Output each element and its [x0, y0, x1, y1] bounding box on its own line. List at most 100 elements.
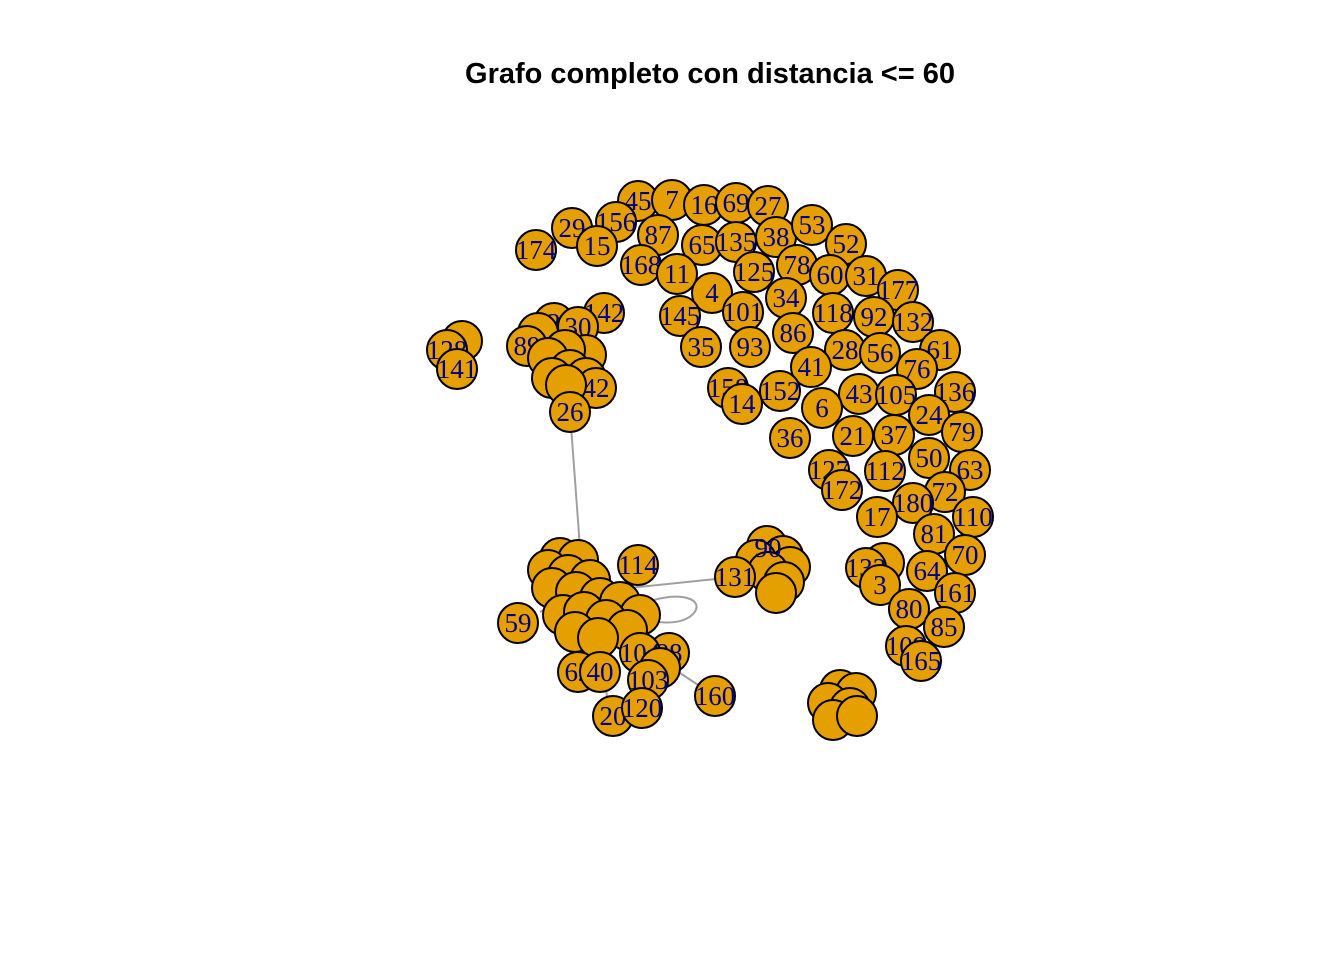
node-label: 125: [734, 257, 775, 287]
node-label: 165: [901, 646, 942, 676]
node-label: 24: [916, 400, 944, 430]
graph-node: 110: [952, 496, 994, 538]
node-label: 15: [584, 231, 611, 261]
graph-node: 120: [621, 687, 663, 729]
node-label: 31: [853, 261, 880, 291]
graph-node: 80: [888, 588, 930, 630]
graph-node: 85: [923, 606, 965, 648]
node-label: 85: [931, 612, 958, 642]
node-label: 53: [799, 210, 826, 240]
node-label: 118: [813, 298, 853, 328]
node-layer: 128 141 142 123 30 89 42 26 45 7 16 69 2…: [426, 179, 994, 741]
node-label: 14: [729, 389, 757, 419]
node-label: 7: [665, 185, 679, 215]
node-label: 145: [660, 301, 701, 331]
graph-node: 35: [680, 326, 722, 368]
node-label: 161: [935, 578, 976, 608]
graph-node: 26: [549, 391, 591, 433]
node-label: 120: [622, 693, 663, 723]
node-label: 40: [587, 657, 614, 687]
node-label: 141: [437, 354, 478, 384]
node-label: 4: [705, 278, 719, 308]
graph-node: [755, 572, 797, 614]
node-label: 180: [893, 488, 934, 518]
graph-node: 93: [729, 326, 771, 368]
node-label: 17: [864, 502, 891, 532]
graph-node: 6: [801, 387, 843, 429]
node-label: 105: [876, 380, 917, 410]
graph-node: 141: [436, 348, 478, 390]
graph-node: 112: [864, 450, 906, 492]
node-label: 65: [689, 230, 716, 260]
node-label: 50: [916, 443, 943, 473]
node-label: 59: [505, 608, 532, 638]
node-label: 93: [737, 332, 764, 362]
node-label: 81: [921, 519, 948, 549]
graph-node: 174: [515, 229, 557, 271]
node-label: 28: [832, 335, 859, 365]
node-label: 80: [896, 594, 923, 624]
node-label: 110: [953, 502, 993, 532]
graph-node: 14: [721, 383, 763, 425]
graph-node: 101: [722, 291, 764, 333]
node-label: 90: [755, 533, 782, 563]
node-label: 21: [840, 421, 867, 451]
graph-node: 43: [838, 373, 880, 415]
node-label: 52: [833, 229, 860, 259]
node-label: 26: [557, 397, 584, 427]
graph-node: 34: [765, 277, 807, 319]
node-label: 168: [621, 250, 662, 280]
graph-node: [836, 695, 878, 737]
graph-node: 15: [576, 225, 618, 267]
node-label: 78: [784, 250, 811, 280]
graph-node: 168: [620, 244, 662, 286]
graph-node: 60: [809, 254, 851, 296]
graph-node: 59: [497, 602, 539, 644]
graph-node: 21: [832, 415, 874, 457]
node-label: 86: [780, 318, 807, 348]
node-label: 132: [893, 307, 934, 337]
node-label: 35: [688, 332, 715, 362]
node-label: 174: [516, 235, 557, 265]
graph-node: 114: [617, 544, 659, 586]
graph-node: 172: [821, 469, 863, 511]
node-label: 131: [715, 562, 756, 592]
node-label: 112: [865, 456, 905, 486]
graph-node: 40: [579, 651, 621, 693]
node-label: 114: [618, 550, 658, 580]
graph-node: 165: [900, 640, 942, 682]
graph-node: 131: [714, 556, 756, 598]
node-label: 70: [952, 540, 979, 570]
graph-node: 17: [856, 496, 898, 538]
node-label: 43: [846, 379, 873, 409]
graph-node: 160: [694, 675, 736, 717]
graph-node: 56: [859, 332, 901, 374]
graph-node: 79: [941, 411, 983, 453]
node-label: 37: [881, 420, 908, 450]
graph-node: 125: [733, 251, 775, 293]
graph-node: 152: [759, 370, 801, 412]
node-label: 92: [861, 302, 888, 332]
node-label: 69: [723, 188, 750, 218]
node-label: 172: [822, 475, 863, 505]
node-label: 6: [815, 393, 829, 423]
graph-node: 11: [656, 253, 698, 295]
node-label: 60: [817, 260, 844, 290]
graph-node: 36: [769, 417, 811, 459]
node-label: 11: [664, 259, 690, 289]
node-label: 101: [723, 297, 764, 327]
node-label: 36: [777, 423, 804, 453]
node-label: 41: [798, 352, 825, 382]
node-label: 3: [873, 570, 887, 600]
graph-node: 118: [812, 292, 854, 334]
graph-node: 92: [853, 296, 895, 338]
graph-node: 70: [944, 534, 986, 576]
node-label: 152: [760, 376, 801, 406]
network-graph: 128 141 142 123 30 89 42 26 45 7 16 69 2…: [426, 179, 994, 741]
node-label: 34: [773, 283, 801, 313]
graph-node: 37: [873, 414, 915, 456]
node-label: 56: [867, 338, 894, 368]
node-label: 160: [695, 681, 736, 711]
node-label: 79: [949, 417, 976, 447]
node-label: 16: [691, 190, 718, 220]
